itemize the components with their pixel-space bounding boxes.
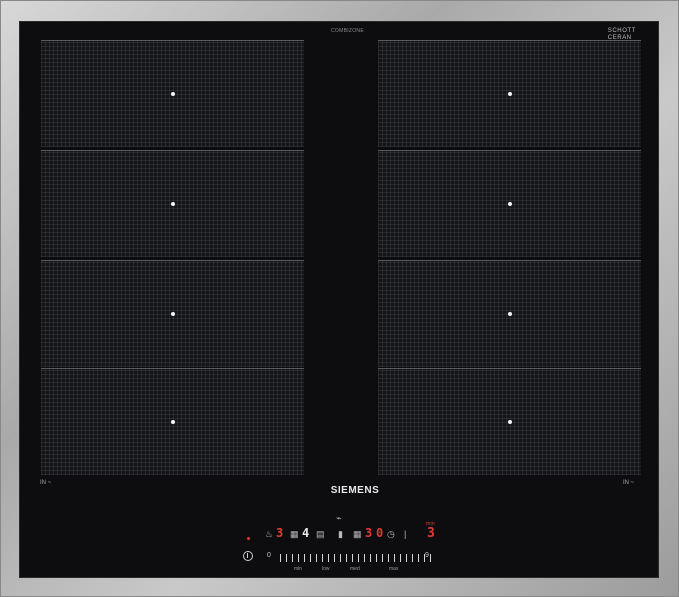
wipe-protection-icon[interactable]: ▦	[353, 530, 362, 539]
zone-center-dot	[171, 202, 175, 206]
glass-ceramic-surface: COMBIZONE SCHOTT CERAN CERAN IN ~ IN ~ S…	[19, 21, 659, 578]
zone-center-dot	[171, 420, 175, 424]
stainless-steel-frame: COMBIZONE SCHOTT CERAN CERAN IN ~ IN ~ S…	[0, 0, 679, 597]
scale-label-max: max	[389, 566, 399, 572]
slider-min-label: 0	[267, 552, 271, 559]
zone-center-dot	[508, 312, 512, 316]
zone-center-dot	[171, 92, 175, 96]
power-button[interactable]	[243, 551, 253, 561]
power-indicator-light	[247, 537, 250, 540]
flex-zone-icon: ~	[630, 480, 635, 486]
scale-label-med: med	[350, 566, 360, 572]
zone-center-dot	[508, 202, 512, 206]
timer-unit: min	[426, 521, 435, 527]
slider-max-label: 9	[425, 552, 429, 559]
cooking-zone-right-4[interactable]	[378, 368, 641, 475]
childlock-icon[interactable]: ▮	[338, 530, 343, 539]
zone-center-dot	[171, 312, 175, 316]
zone-center-dot	[508, 92, 512, 96]
left-in-text: IN	[40, 480, 46, 486]
brand-logo: SIEMENS	[330, 485, 380, 496]
divider-icon: |	[404, 529, 407, 539]
right-in-text: IN	[623, 480, 629, 486]
fryingsensor-icon[interactable]: ▤	[316, 530, 325, 539]
scale-label-min: min	[294, 566, 303, 572]
cooking-zone-right-2[interactable]	[378, 150, 641, 257]
zone-select-icon[interactable]: ♨	[265, 530, 273, 539]
timer-icon[interactable]: ◷	[387, 530, 395, 539]
right-induction-label: IN ~	[623, 480, 634, 486]
powermove-icon[interactable]: ⌁	[336, 514, 341, 523]
cooking-zone-left-2[interactable]	[41, 150, 304, 257]
cooking-zone-left-4[interactable]	[41, 368, 304, 475]
cooking-zone-right-3[interactable]	[378, 260, 641, 367]
cooking-zone-left-3[interactable]	[41, 260, 304, 367]
cooking-zone-right-1[interactable]	[378, 40, 641, 147]
schott-text: SCHOTT	[607, 28, 636, 34]
flex-zone-icon: ~	[47, 480, 52, 486]
zone-center-dot	[508, 420, 512, 424]
combizone-mark: COMBIZONE	[331, 28, 364, 34]
cooking-zone-left-1[interactable]	[41, 40, 304, 147]
power-level-slider[interactable]	[280, 554, 436, 562]
left-induction-label: IN ~	[40, 480, 51, 486]
display-left-level: 3	[276, 526, 284, 540]
flexzone-icon[interactable]: ▦	[290, 530, 299, 539]
timer-display: 3	[427, 526, 435, 541]
display-right-level: 3	[365, 526, 373, 540]
display-mid-level: 4	[302, 526, 310, 540]
scale-label-low: low	[322, 566, 330, 572]
display-right-extra: 0	[376, 526, 384, 540]
